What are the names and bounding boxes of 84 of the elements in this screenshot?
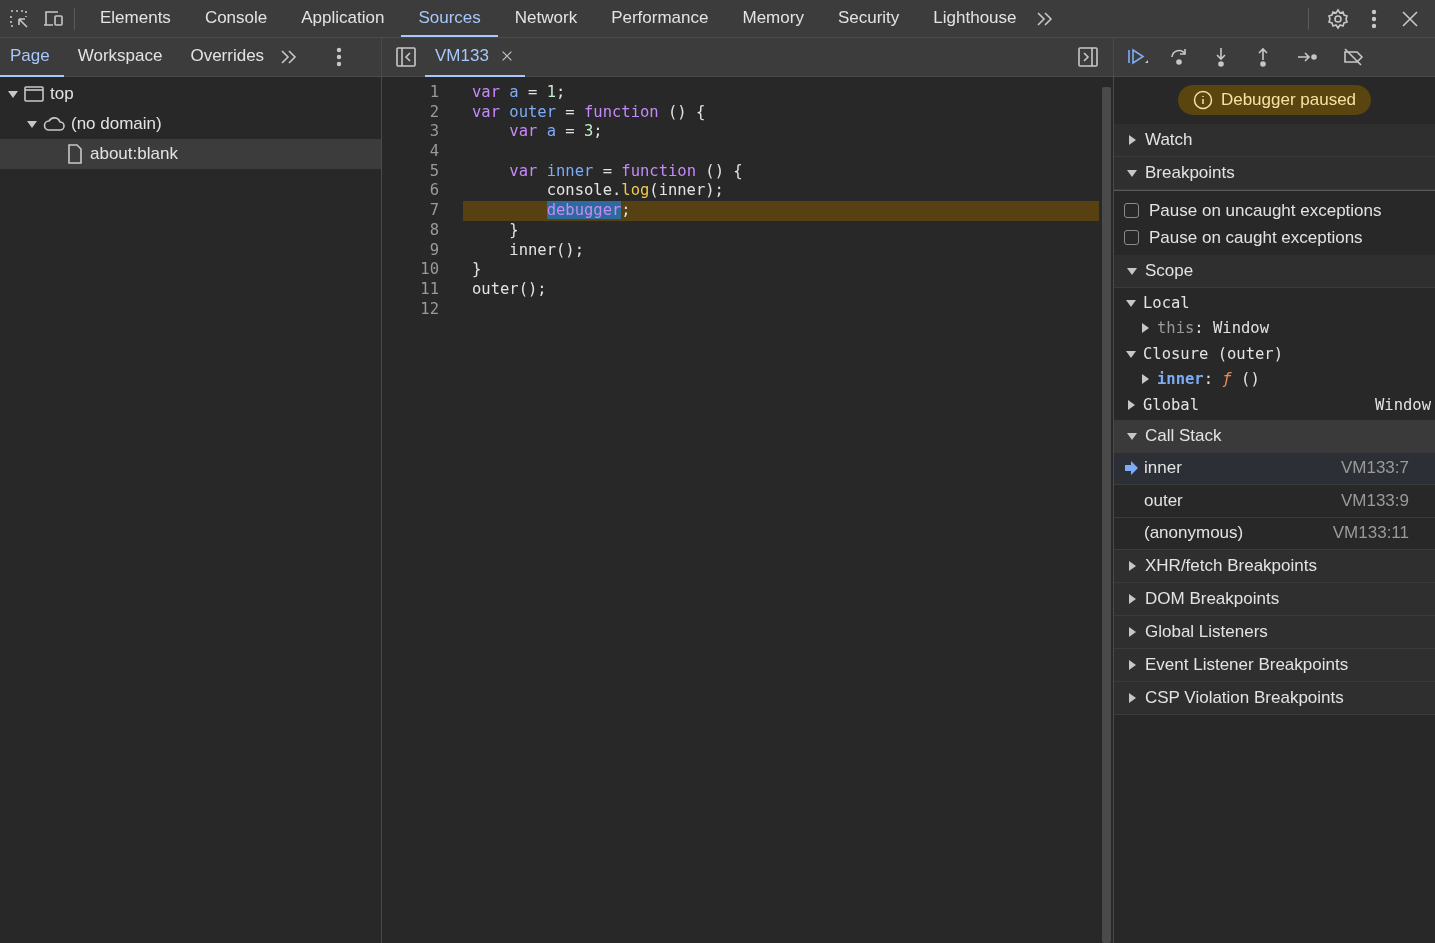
scrollbar[interactable]	[1102, 87, 1111, 943]
expand-arrow-icon[interactable]	[1127, 561, 1137, 571]
section-header[interactable]: CSP Violation Breakpoints	[1114, 682, 1435, 715]
panel-tab[interactable]: Console	[187, 0, 285, 37]
code-text: console.log(inner);	[545, 181, 724, 202]
line-number: 3	[428, 122, 439, 143]
code-text: var a = 3;	[508, 122, 603, 143]
panel-tab[interactable]: Lighthouse	[916, 0, 1034, 37]
status-badge: Debugger paused	[1177, 85, 1372, 115]
line-number: 5	[428, 161, 439, 182]
expand-arrow-icon[interactable]	[1126, 297, 1136, 308]
property-row[interactable]: inner: ƒ ()	[1126, 366, 1431, 392]
expand-arrow-icon[interactable]	[8, 89, 18, 99]
line-number: 7	[428, 201, 439, 221]
tree-label: (no domain)	[71, 114, 162, 134]
tree-item[interactable]: top	[0, 79, 381, 109]
expand-arrow-icon[interactable]	[1127, 627, 1137, 637]
call-frame[interactable]: outer VM133:9	[1114, 485, 1435, 518]
expand-arrow-icon[interactable]	[1127, 430, 1137, 441]
expand-arrow-icon[interactable]	[1140, 323, 1150, 334]
expand-arrow-icon[interactable]	[1127, 660, 1137, 670]
expand-arrow-icon[interactable]	[27, 119, 37, 129]
line-number: 12	[419, 299, 439, 320]
line-number: 11	[419, 279, 439, 300]
section-header[interactable]: Watch	[1114, 124, 1435, 157]
scope-row[interactable]: Closure (outer)	[1126, 341, 1431, 367]
panel-tab[interactable]: Performance	[594, 0, 726, 37]
expand-arrow-icon[interactable]	[1127, 135, 1137, 145]
checkbox-label: Pause on uncaught exceptions	[1149, 200, 1382, 221]
line-number: 2	[428, 102, 439, 123]
info-icon	[1192, 90, 1213, 110]
navigator-tab[interactable]: Workspace	[63, 37, 177, 77]
toggle-navigator-icon[interactable]	[395, 46, 417, 68]
tree-label: top	[50, 84, 74, 104]
inspect-icon[interactable]	[8, 7, 30, 30]
code-text: var inner = function () {	[508, 161, 743, 182]
section-header[interactable]: XHR/fetch Breakpoints	[1114, 550, 1435, 583]
expand-arrow-icon[interactable]	[1126, 348, 1136, 359]
expand-arrow-icon[interactable]	[1127, 594, 1137, 604]
expand-arrow-icon[interactable]	[1140, 374, 1150, 385]
property-row[interactable]: this: Window	[1126, 315, 1431, 341]
navigator-tab[interactable]: Overrides	[176, 37, 279, 77]
expand-arrow-icon[interactable]	[1127, 693, 1137, 703]
scope-row[interactable]: Local	[1126, 290, 1431, 316]
expand-arrow-icon[interactable]	[1127, 266, 1137, 276]
code-text: var a = 1;	[472, 83, 566, 103]
section-header[interactable]: Global Listeners	[1114, 616, 1435, 649]
section-header[interactable]: Call Stack	[1114, 419, 1435, 453]
scope-row[interactable]: Global Window	[1126, 392, 1431, 418]
toggle-debugger-icon[interactable]	[1077, 46, 1099, 68]
line-number: 1	[428, 83, 439, 103]
panel-tab[interactable]: Security	[820, 0, 917, 37]
section-header[interactable]: Event Listener Breakpoints	[1114, 649, 1435, 682]
tree-item[interactable]: about:blank	[0, 139, 381, 169]
section-header[interactable]: DOM Breakpoints	[1114, 583, 1435, 616]
code-text: var outer = function () {	[472, 102, 706, 123]
checkbox[interactable]	[1124, 203, 1139, 218]
panel-tab[interactable]: Network	[497, 0, 595, 37]
line-number: 9	[428, 240, 439, 261]
checkbox[interactable]	[1124, 230, 1139, 245]
panel-tab[interactable]: Elements	[83, 0, 188, 37]
code-text: }	[508, 220, 519, 241]
line-number: 6	[428, 181, 439, 202]
navigator-tab[interactable]: Page	[0, 37, 64, 77]
checkbox-label: Pause on caught exceptions	[1149, 227, 1363, 248]
tree-label: about:blank	[90, 144, 178, 164]
code-text: outer();	[472, 279, 547, 300]
settings-icon[interactable]	[1327, 7, 1349, 30]
code-text: inner();	[508, 240, 584, 261]
file-tab[interactable]: VM133	[425, 37, 525, 77]
section-header[interactable]: Scope	[1114, 255, 1435, 288]
expand-arrow-icon[interactable]	[1127, 168, 1137, 178]
panel-tab[interactable]: Memory	[725, 0, 821, 37]
call-frame[interactable]: inner VM133:7	[1114, 452, 1435, 485]
frame-icon[interactable]	[22, 83, 46, 105]
current-frame-arrow-icon	[1124, 461, 1138, 476]
line-number: 4	[428, 142, 439, 162]
panel-tab[interactable]: Application	[284, 0, 402, 37]
line-number: 8	[428, 220, 439, 241]
line-number: 10	[419, 260, 439, 280]
section-header[interactable]: Breakpoints	[1114, 157, 1435, 190]
code-text: }	[472, 260, 482, 280]
expand-arrow-icon[interactable]	[1126, 399, 1136, 410]
tree-item[interactable]: (no domain)	[0, 109, 381, 139]
